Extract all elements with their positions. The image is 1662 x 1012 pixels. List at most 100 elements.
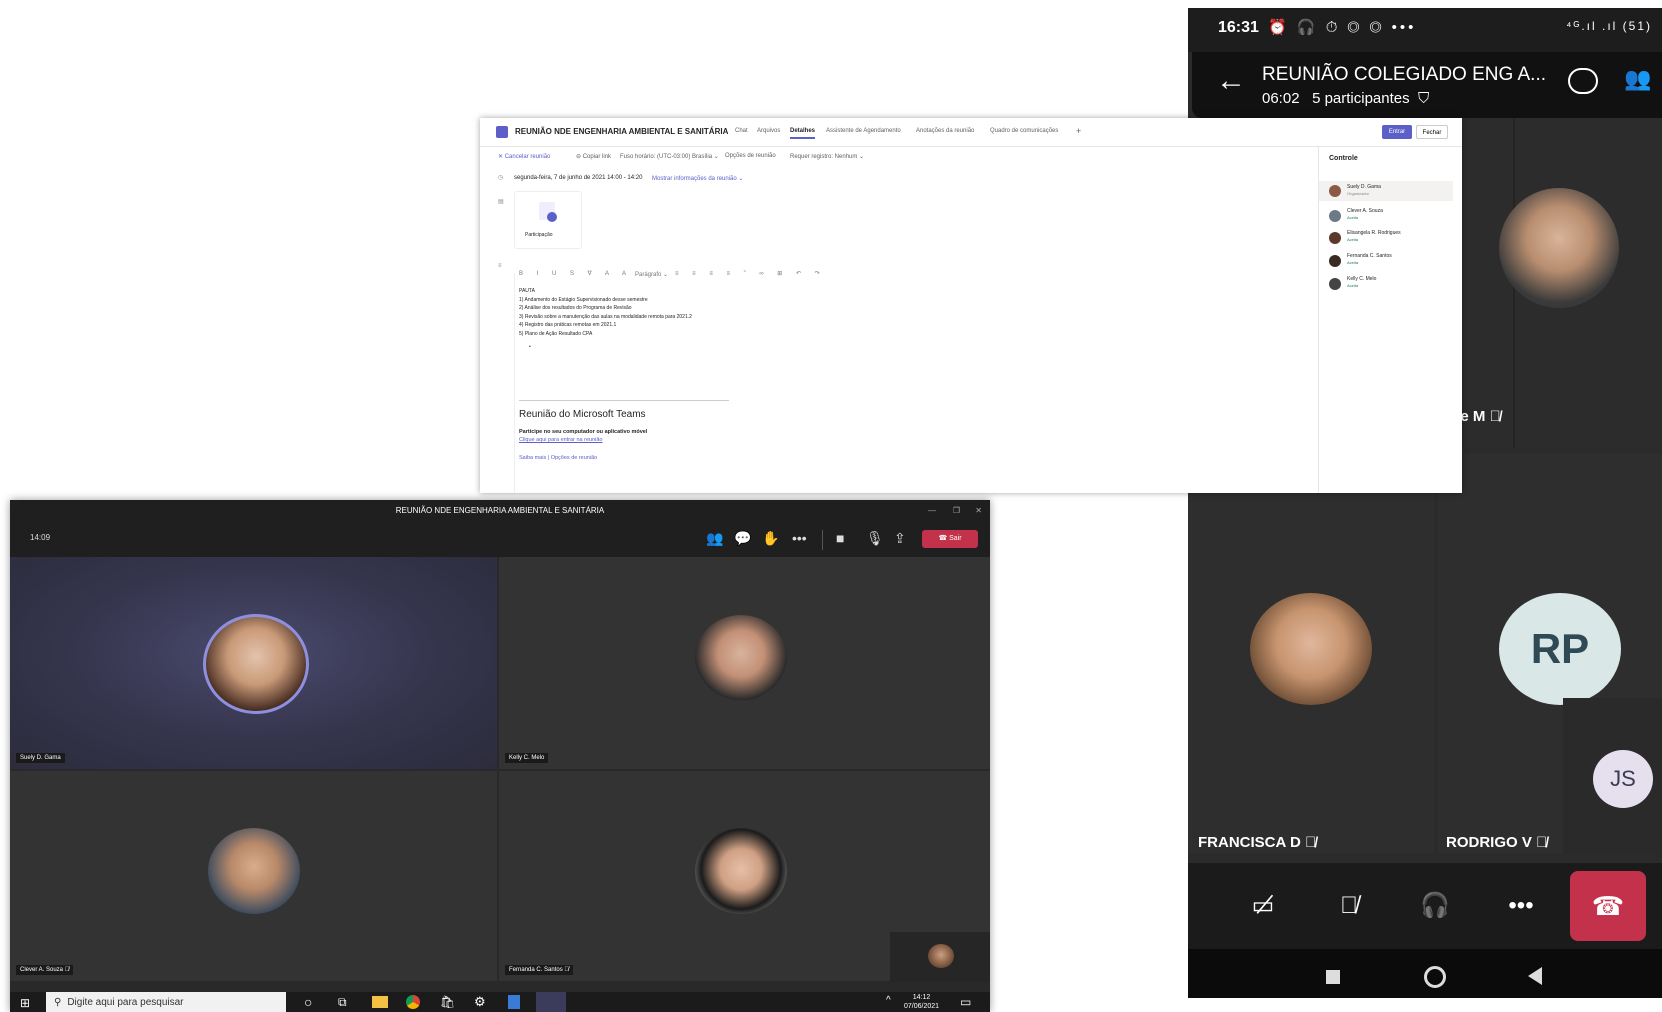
more-info-link[interactable]: Mostrar informações da reunião ⌄ [652, 175, 743, 182]
tab-chat[interactable]: Chat [735, 128, 748, 134]
registration-select[interactable]: Requer registro: Nenhum ⌄ [790, 153, 864, 160]
meeting-clock: 14:09 [30, 533, 51, 542]
panel-title: Controle [1329, 155, 1358, 162]
meeting-toolbar: 14:09 👥 💬 ✋ ••• ■ 🎙 ⇪ ☎ Sair [10, 522, 990, 557]
avatar [1329, 185, 1341, 197]
participants-icon[interactable]: 👥 [706, 530, 723, 547]
window-titlebar: REUNIÃO NDE ENGENHARIA AMBIENTAL E SANIT… [10, 500, 990, 522]
participant-photo [203, 614, 309, 714]
headset-icon[interactable]: 🎧 [1410, 881, 1460, 931]
restore-icon[interactable]: ❐ [953, 500, 960, 522]
windows-taskbar: ⊞ ⚲ Digite aqui para pesquisar ○ ⧉ 🛍 ⚙ ^ … [10, 992, 990, 1012]
close-button[interactable]: Fechar [1416, 125, 1448, 139]
agenda-editor[interactable]: B I U S ∇ A A Parágrafo ⌄ ≡ ≡ ≡ ≡ ” ∞ ⊞ … [514, 270, 1065, 493]
attendees-panel: Controle Suely D. Gama Organizador Cleve… [1318, 146, 1462, 493]
join-button[interactable]: Entrar [1382, 125, 1412, 139]
more-options-icon[interactable]: ••• [792, 530, 807, 546]
tray-chevron-icon[interactable]: ^ [886, 995, 891, 1006]
tab-whiteboard[interactable]: Quadro de comunicações [990, 128, 1058, 134]
teams-taskbar-icon[interactable] [536, 992, 566, 1012]
avatar [1329, 210, 1341, 222]
minimize-icon[interactable]: — [928, 500, 936, 522]
self-view-thumbnail[interactable] [890, 932, 990, 982]
mic-off-icon: 🎙̸ [1489, 408, 1501, 425]
camera-off-icon[interactable]: ▭̸ [1238, 881, 1288, 931]
list-toolbar[interactable]: ≡ ≡ ≡ ≡ ” ∞ ⊞ ↶ ↷ [675, 270, 826, 277]
participant-name: Kelly C. Melo [505, 753, 549, 763]
notifications-icon[interactable]: ▭ [960, 995, 971, 1009]
windows-start-icon[interactable]: ⊞ [20, 996, 30, 1010]
meeting-datetime: segunda-feira, 7 de junho de 2021 14:00 … [514, 175, 643, 181]
agenda-text: PAUTA 1) Andamento do Estágio Supervisio… [519, 288, 692, 350]
close-icon[interactable]: ✕ [975, 500, 982, 522]
call-subtitle: 06:02 5 participantes ⛉ [1262, 90, 1429, 107]
attendance-icon: ▤ [498, 199, 504, 205]
file-explorer-icon[interactable] [372, 996, 388, 1008]
participant-name: Clever A. Souza 🎙̸ [16, 965, 74, 975]
tab-details[interactable]: Detalhes [790, 128, 816, 139]
mic-off-icon: 🎙̸ [1536, 834, 1548, 851]
mic-off-icon: 🎙̸ [64, 967, 70, 973]
mic-icon[interactable]: 🎙 [866, 530, 884, 547]
meeting-details-window: REUNIÃO NDE ENGENHARIA AMBIENTAL E SANIT… [480, 118, 1462, 493]
participant-photo [1499, 188, 1619, 308]
calculator-icon[interactable] [508, 995, 520, 1009]
home-icon[interactable] [1424, 966, 1446, 988]
taskbar-search[interactable]: ⚲ Digite aqui para pesquisar [46, 992, 286, 1012]
mic-off-button[interactable]: 🎙̸ [1324, 881, 1374, 931]
back-triangle-icon[interactable] [1528, 967, 1542, 985]
clock-icon: ◷ [498, 175, 504, 181]
mic-off-icon: 🎙̸ [564, 967, 569, 973]
cancel-meeting-button[interactable]: ✕ Cancelar reunião [498, 153, 550, 160]
chrome-icon[interactable] [406, 995, 420, 1009]
more-options-icon[interactable]: ••• [1496, 881, 1546, 931]
window-title: REUNIÃO NDE ENGENHARIA AMBIENTAL E SANIT… [395, 506, 605, 515]
back-arrow-icon[interactable]: ← [1216, 64, 1246, 98]
leave-button[interactable]: ☎ Sair [922, 530, 978, 548]
phone-status-bar: 16:31 ⏰ 🎧 ⏱ ◎ ◎ ••• ⁴ᴳ.ıl .ıl (51) [1188, 8, 1662, 52]
chat-icon[interactable] [1568, 68, 1598, 94]
tab-meeting-notes[interactable]: Anotações da reunião [916, 128, 974, 134]
participant-photo [1250, 593, 1372, 705]
share-screen-icon[interactable]: ⇪ [894, 530, 906, 547]
participant-name: Suely D. Gama [16, 753, 65, 763]
join-meeting-link[interactable]: Clique aqui para entrar na reunião [519, 437, 602, 443]
cortana-icon[interactable]: ○ [304, 994, 312, 1010]
tab-scheduling-assistant[interactable]: Assistente de Agendamento [826, 128, 901, 134]
status-time: 16:31 [1218, 19, 1259, 36]
attendee-row[interactable]: Suely D. Gama Organizador [1319, 181, 1453, 201]
tab-add[interactable]: + [1076, 126, 1081, 136]
toolbar-divider [822, 530, 823, 550]
reactions-icon[interactable]: ✋ [762, 530, 779, 547]
task-view-icon[interactable]: ⧉ [338, 995, 347, 1010]
tab-files[interactable]: Arquivos [757, 128, 780, 134]
camera-off-icon[interactable]: ■ [836, 530, 844, 546]
hang-up-button[interactable]: ☎ [1570, 871, 1646, 941]
recents-icon[interactable] [1326, 970, 1340, 984]
attendance-card[interactable]: Participação [514, 191, 582, 249]
paragraph-select[interactable]: Parágrafo ⌄ [635, 271, 668, 278]
participant-name: Fernanda C. Santos 🎙̸ [505, 965, 573, 975]
meeting-options-link[interactable]: Opções de reunião [725, 153, 776, 159]
call-title: REUNIÃO COLEGIADO ENG A... [1262, 64, 1547, 85]
call-controls: ▭̸ 🎙̸ 🎧 ••• ☎ [1188, 863, 1662, 949]
learn-more-links[interactable]: Saiba mais | Opções de reunião [519, 455, 597, 461]
notes-icon: ≡ [498, 263, 502, 269]
download-badge-icon [547, 212, 557, 222]
store-icon[interactable]: 🛍 [440, 995, 455, 1009]
join-text: Participe no seu computador ou aplicativ… [519, 429, 648, 435]
avatar [1329, 232, 1341, 244]
timezone-select[interactable]: Fuso horário: (UTC-03:00) Brasília ⌄ [620, 153, 719, 160]
copy-link-button[interactable]: ⊖ Copiar link [576, 153, 611, 160]
chat-icon[interactable]: 💬 [734, 530, 751, 547]
participant-photo [695, 615, 787, 701]
status-icons: ⏰ 🎧 ⏱ ◎ ◎ ••• [1268, 19, 1417, 36]
participant-count: 5 participantes [1312, 90, 1410, 107]
participant-name: FRANCISCA D 🎙̸ [1198, 834, 1317, 851]
taskbar-clock[interactable]: 14:12 07/06/2021 [904, 993, 939, 1011]
people-icon[interactable]: 👥 [1624, 66, 1651, 92]
initials-avatar: JS [1593, 750, 1653, 808]
settings-icon[interactable]: ⚙ [474, 994, 486, 1010]
format-toolbar[interactable]: B I U S ∇ A A [519, 270, 632, 277]
participant-name: RODRIGO V 🎙̸ [1446, 834, 1548, 851]
